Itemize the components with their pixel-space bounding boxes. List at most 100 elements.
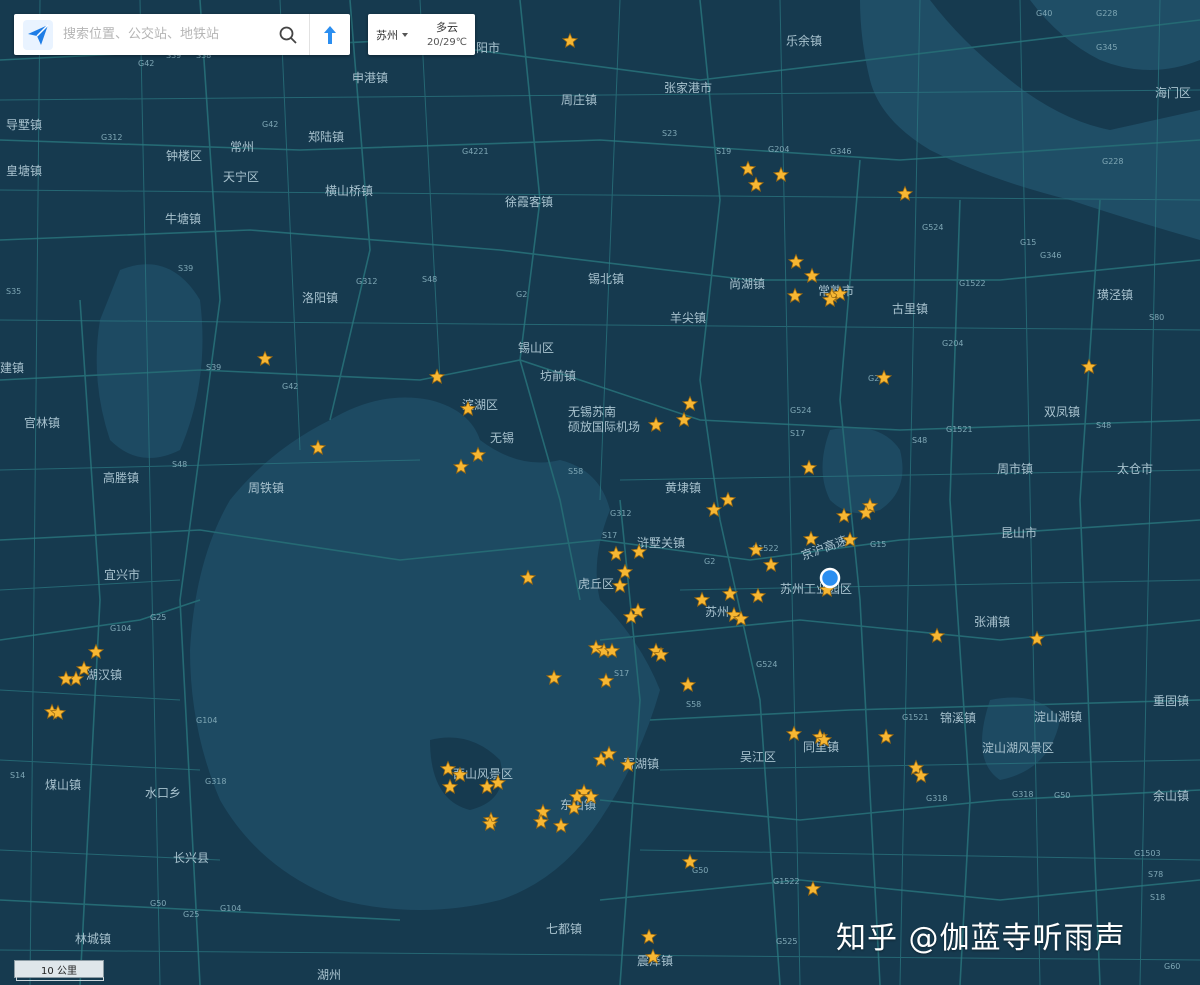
- highway-label: S35: [6, 287, 21, 296]
- place-label: 浒墅关镇: [637, 536, 685, 550]
- highway-label: G60: [1164, 962, 1180, 971]
- place-label: 郑陆镇: [308, 129, 344, 144]
- place-label: 宜兴市: [104, 567, 140, 582]
- highway-label: G228: [1102, 157, 1123, 166]
- place-label: 淀山湖镇: [1034, 709, 1082, 724]
- place-label: 坊前镇: [540, 368, 576, 383]
- paper-plane-icon[interactable]: [23, 19, 53, 50]
- place-label: 太仓市: [1117, 461, 1153, 476]
- place-label: 洛阳镇: [302, 290, 338, 305]
- place-label: 锦溪镇: [940, 711, 976, 725]
- place-label: 苏州工业园区: [780, 582, 852, 596]
- highway-label: G346: [830, 147, 851, 156]
- place-label: 官林镇: [24, 415, 60, 430]
- place-label: 羊尖镇: [670, 310, 706, 325]
- place-label: 钟楼区: [166, 148, 202, 163]
- map-canvas[interactable]: 阳市 乐余镇 周庄镇 张家港市 申港镇 导墅镇 郑陆镇 常州 钟楼区 天宁区 皇…: [0, 0, 1200, 985]
- place-label: 林城镇: [75, 932, 111, 946]
- place-label: 苏州: [705, 605, 729, 619]
- place-label: 常州: [230, 140, 254, 154]
- highway-label: G25: [183, 910, 199, 919]
- place-label: 海门区: [1155, 85, 1191, 100]
- highway-label: G2: [516, 290, 527, 299]
- place-label: 周庄镇: [561, 92, 597, 107]
- highway-label: G204: [942, 339, 963, 348]
- route-arrow-icon[interactable]: [309, 14, 350, 55]
- highway-label: S48: [422, 275, 437, 284]
- place-label: 锡山区: [518, 340, 554, 355]
- city-selector[interactable]: 苏州: [376, 27, 408, 43]
- place-label: 徐霞客镇: [505, 194, 553, 209]
- highway-label: S23: [662, 129, 677, 138]
- highway-label: G1521: [946, 425, 973, 434]
- place-label: 水口乡: [145, 786, 181, 800]
- caret-down-icon: [402, 32, 408, 37]
- watermark: 知乎 @伽蓝寺听雨声: [836, 921, 1126, 956]
- highway-label: G524: [756, 660, 777, 669]
- highway-label: G1503: [1134, 849, 1161, 858]
- place-label: 天宁区: [223, 169, 259, 184]
- highway-label: S19: [716, 147, 731, 156]
- place-label: 阳市: [476, 40, 500, 55]
- place-label: 重固镇: [1153, 694, 1189, 708]
- place-label: 锡北镇: [588, 271, 624, 286]
- gehu-lake: [96, 264, 203, 458]
- highway-label: G228: [1096, 9, 1117, 18]
- highway-label: G42: [138, 59, 154, 68]
- highway-label: G1522: [773, 877, 800, 886]
- highway-label: G25: [150, 613, 166, 622]
- place-label: 湖州: [317, 967, 341, 982]
- place-label: 湖汉镇: [86, 667, 122, 682]
- highway-label: S80: [1149, 313, 1164, 322]
- highway-label: S39: [178, 264, 193, 273]
- highway-label: G4221: [462, 147, 489, 156]
- search-box: [14, 14, 350, 55]
- place-label: 古里镇: [892, 301, 928, 316]
- highway-label: G204: [768, 145, 789, 154]
- place-label: 虎丘区: [578, 577, 614, 591]
- place-label: 建镇: [0, 361, 24, 375]
- highway-label: G40: [1036, 9, 1052, 18]
- highway-label: G42: [282, 382, 298, 391]
- place-label: 淀山湖风景区: [982, 740, 1054, 755]
- place-label: 周市镇: [997, 461, 1033, 476]
- magnifier-icon[interactable]: [273, 20, 303, 50]
- highway-label: S58: [686, 700, 701, 709]
- highway-label: G318: [1012, 790, 1033, 799]
- highway-label: S48: [172, 460, 187, 469]
- highway-label: S78: [1148, 870, 1163, 879]
- current-location-dot[interactable]: [819, 567, 841, 589]
- place-label: 长兴县: [173, 851, 209, 865]
- highway-label: G2: [704, 557, 715, 566]
- search-input[interactable]: [61, 26, 265, 43]
- place-label: 乐余镇: [786, 33, 822, 48]
- place-label: 七都镇: [546, 922, 582, 936]
- highway-label: G524: [790, 406, 811, 415]
- highway-label: S18: [1150, 893, 1165, 902]
- weather-temperature: 20/29℃: [426, 36, 467, 48]
- highway-label: G346: [1040, 251, 1061, 260]
- place-label: 余山镇: [1153, 788, 1189, 803]
- highway-label: G104: [196, 716, 217, 725]
- scale-label: 10 公里: [41, 965, 77, 977]
- highway-label: S14: [10, 771, 25, 780]
- place-label: 双凤镇: [1044, 405, 1080, 419]
- highway-label: G525: [776, 937, 797, 946]
- place-label: 张家港市: [664, 80, 712, 95]
- highway-label: G50: [150, 899, 166, 908]
- highway-label: G104: [220, 904, 241, 913]
- place-label: 煤山镇: [45, 778, 81, 792]
- highway-label: G318: [926, 794, 947, 803]
- highway-label: S17: [614, 669, 629, 678]
- highway-label: G104: [110, 624, 131, 633]
- place-label: 张浦镇: [974, 615, 1010, 629]
- place-label: 导墅镇: [6, 118, 42, 132]
- scale-bar: [16, 977, 104, 981]
- place-label: 横山桥镇: [325, 184, 373, 198]
- highway-label: S48: [1096, 421, 1111, 430]
- highway-label: G15: [870, 540, 886, 549]
- highway-label: S48: [912, 436, 927, 445]
- place-label: 周铁镇: [248, 481, 284, 495]
- highway-label: S58: [568, 467, 583, 476]
- highway-label: G312: [610, 509, 631, 518]
